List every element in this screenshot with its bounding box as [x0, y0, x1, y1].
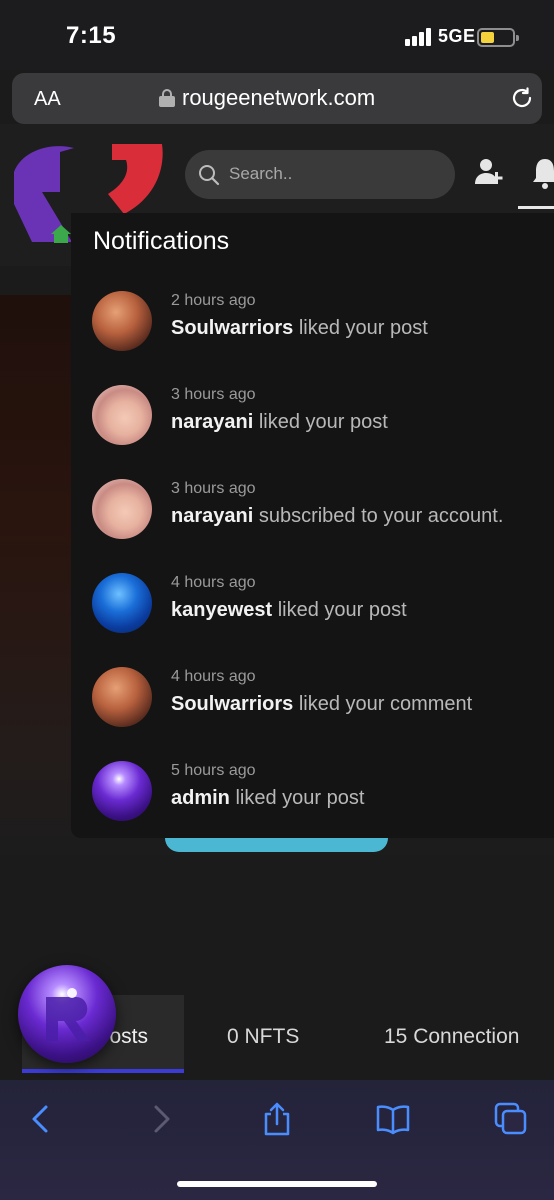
admin-avatar[interactable]: [92, 761, 152, 821]
notification-time: 3 hours ago: [171, 386, 256, 403]
notification-text: Soulwarriors liked your comment: [171, 693, 472, 716]
notification-time: 5 hours ago: [171, 762, 256, 779]
active-tab-indicator: [22, 1069, 184, 1073]
tab-connections[interactable]: 15 Connection: [384, 1025, 519, 1049]
bookmarks-icon[interactable]: [376, 1102, 410, 1136]
kanyewest-avatar[interactable]: [92, 573, 152, 633]
add-friend-icon[interactable]: [473, 156, 505, 188]
tabs-icon[interactable]: [494, 1102, 528, 1136]
notifications-title: Notifications: [93, 227, 230, 255]
notification-user[interactable]: narayani: [171, 505, 253, 527]
search-icon: [199, 165, 220, 186]
rougee-emblem-icon: [46, 988, 90, 1041]
notification-action: liked your post: [258, 411, 388, 433]
narayani-avatar[interactable]: [92, 479, 152, 539]
text-size-label: AA: [34, 88, 61, 110]
notification-action: subscribed to your account.: [258, 505, 504, 527]
notification-text: Soulwarriors liked your post: [171, 317, 428, 340]
notification-time: 3 hours ago: [171, 480, 256, 497]
notification-text: narayani subscribed to your account.: [171, 505, 503, 528]
notification-item[interactable]: 4 hours ago Soulwarriors liked your comm…: [71, 667, 554, 761]
notification-user[interactable]: admin: [171, 787, 230, 809]
notification-text: kanyewest liked your post: [171, 599, 407, 622]
notification-item[interactable]: 3 hours ago narayani subscribed to your …: [71, 479, 554, 573]
address-bar[interactable]: AA rougeenetwork.com: [12, 73, 542, 124]
notification-time: 2 hours ago: [171, 292, 256, 309]
soulwarriors-avatar[interactable]: [92, 667, 152, 727]
tab-nfts[interactable]: 0 NFTS: [227, 1025, 299, 1049]
home-icon[interactable]: [50, 224, 72, 244]
narayani-avatar[interactable]: [92, 385, 152, 445]
notification-text: narayani liked your post: [171, 411, 388, 434]
search-input[interactable]: [229, 160, 439, 188]
notification-user[interactable]: Soulwarriors: [171, 317, 293, 339]
notification-user[interactable]: Soulwarriors: [171, 693, 293, 715]
notification-action: liked your post: [235, 787, 365, 809]
share-icon[interactable]: [260, 1102, 294, 1136]
search-bar[interactable]: [185, 150, 455, 199]
notification-item[interactable]: 5 hours ago admin liked your post: [71, 761, 554, 838]
status-bar: 7:15 5GE: [0, 0, 554, 70]
soulwarriors-avatar[interactable]: [92, 291, 152, 351]
clock: 7:15: [66, 22, 117, 49]
cellular-signal-icon: [405, 28, 431, 46]
notification-time: 4 hours ago: [171, 668, 256, 685]
notification-action: liked your comment: [298, 693, 473, 715]
notification-text: admin liked your post: [171, 787, 364, 810]
home-indicator: [177, 1181, 377, 1187]
floating-profile-avatar[interactable]: [18, 965, 116, 1063]
forward-icon[interactable]: [144, 1102, 178, 1136]
url-text[interactable]: rougeenetwork.com: [182, 85, 375, 111]
notification-time: 4 hours ago: [171, 574, 256, 591]
lock-icon: [159, 89, 175, 107]
notification-user[interactable]: narayani: [171, 411, 253, 433]
tab-posts-label: osts: [109, 1025, 148, 1048]
battery-icon: [477, 28, 519, 47]
notifications-active-indicator: [518, 206, 554, 209]
network-type: 5GE: [438, 26, 476, 46]
notification-user[interactable]: kanyewest: [171, 599, 272, 621]
notification-action: liked your post: [277, 599, 407, 621]
reload-icon[interactable]: [510, 86, 534, 110]
text-size-button[interactable]: AA: [34, 88, 61, 111]
notification-item[interactable]: 4 hours ago kanyewest liked your post: [71, 573, 554, 667]
bell-icon[interactable]: [532, 156, 554, 190]
notification-action: liked your post: [298, 317, 428, 339]
notifications-dropdown: Notifications 2 hours ago Soulwarriors l…: [71, 213, 554, 838]
back-icon[interactable]: [24, 1102, 58, 1136]
notification-item[interactable]: 3 hours ago narayani liked your post: [71, 385, 554, 479]
notification-item[interactable]: 2 hours ago Soulwarriors liked your post: [71, 291, 554, 385]
